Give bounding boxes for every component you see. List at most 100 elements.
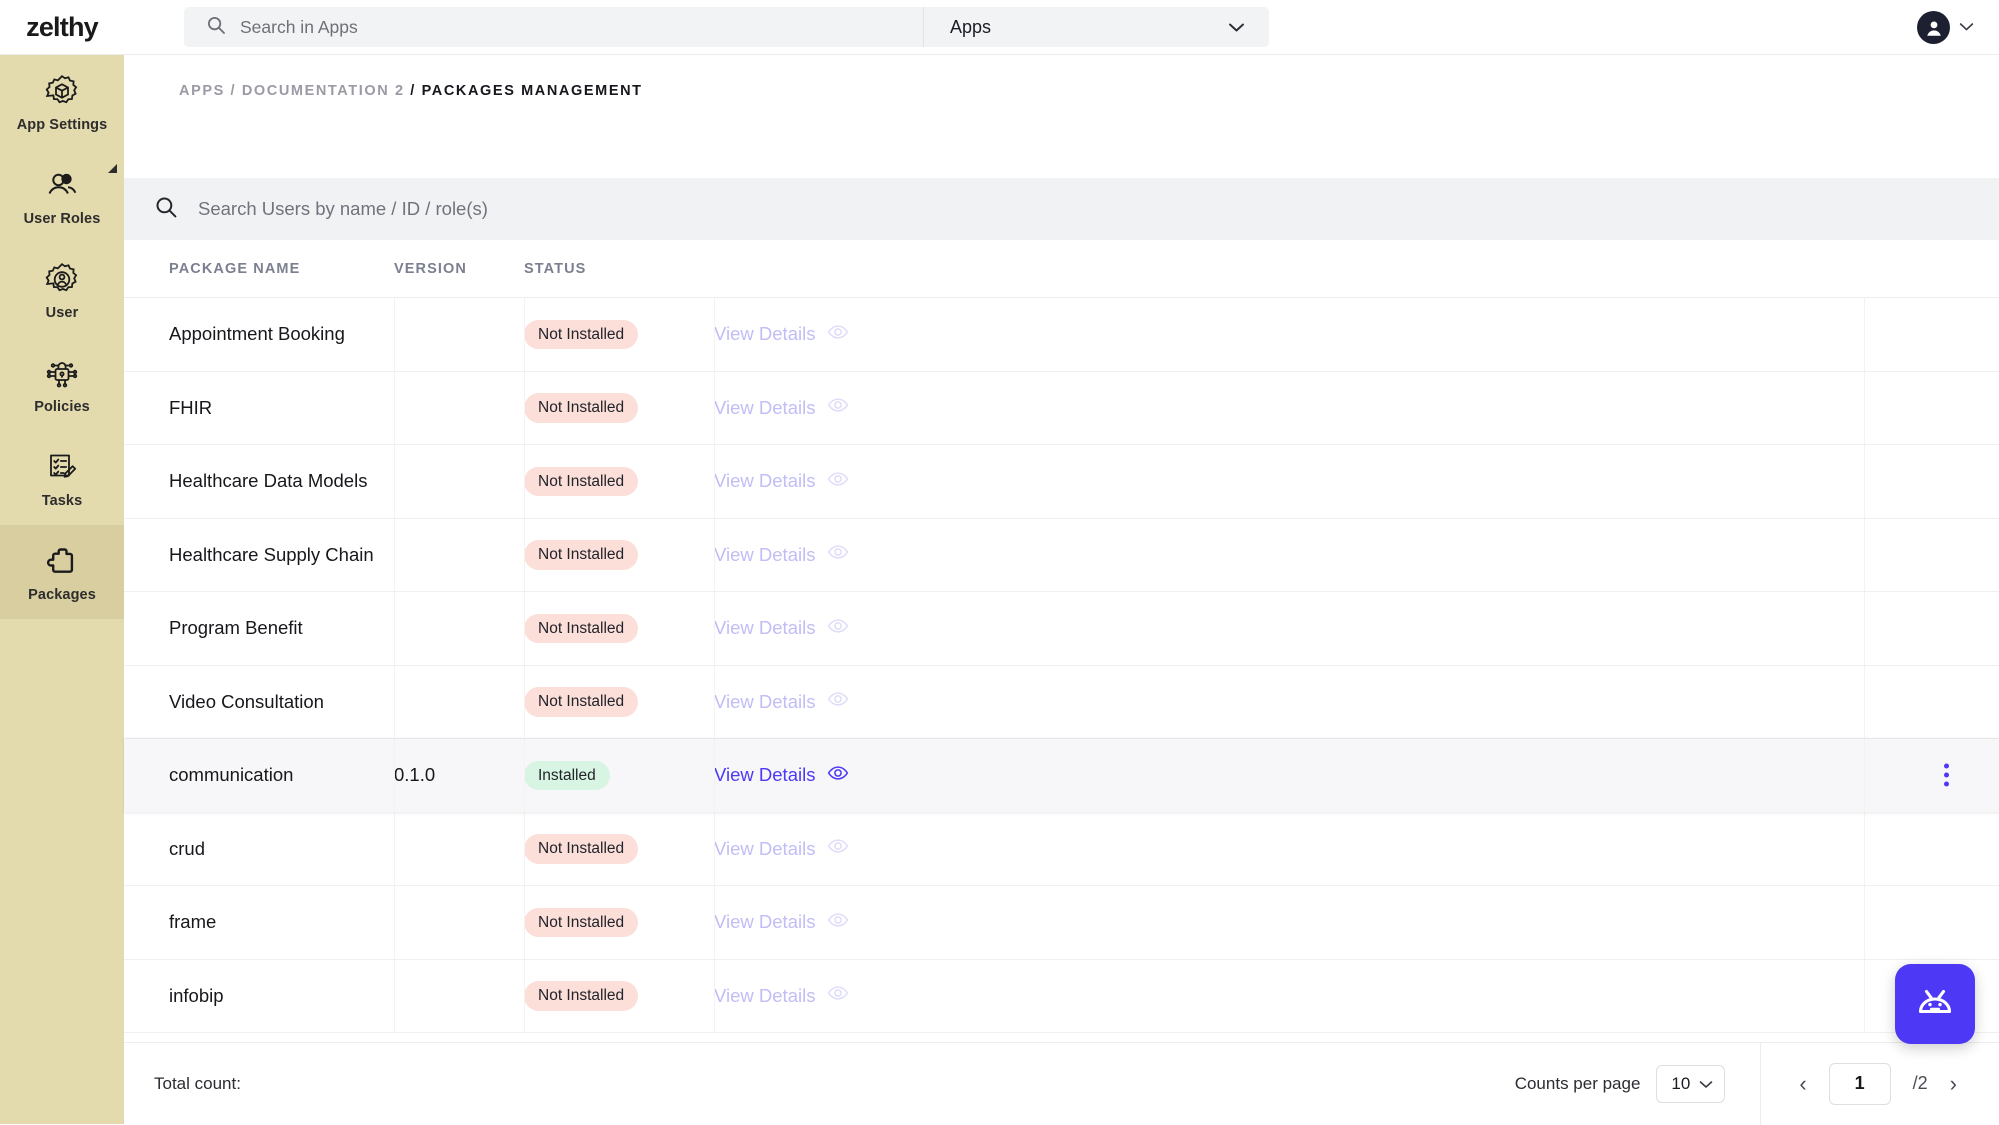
brand-logo[interactable]: zelthy [0, 12, 124, 43]
search-icon [154, 195, 178, 224]
sidebar-item-app-settings[interactable]: App Settings [0, 55, 124, 149]
chevron-down-icon [1959, 19, 1974, 37]
view-details-link[interactable]: View Details [714, 764, 815, 786]
eye-icon[interactable] [827, 615, 849, 642]
eye-icon[interactable] [827, 394, 849, 421]
eye-icon[interactable] [827, 835, 849, 862]
table-row[interactable]: frame Not Installed View Details [124, 886, 1999, 960]
account-circle-icon [1917, 11, 1950, 44]
gear-cube-icon [42, 72, 82, 112]
sidebar-item-policies[interactable]: Policies [0, 337, 124, 431]
table-row[interactable]: Program Benefit Not Installed View Detai… [124, 592, 1999, 666]
chevron-down-icon [1699, 1074, 1713, 1094]
cell-package-name: crud [169, 837, 205, 859]
eye-icon[interactable] [827, 982, 849, 1009]
sidebar-item-label: User Roles [23, 210, 101, 227]
chevron-right-icon[interactable]: › [1950, 1072, 1957, 1095]
cell-actions[interactable]: View Details [714, 982, 944, 1009]
view-details-link[interactable]: View Details [714, 617, 815, 639]
table-row[interactable]: crud Not Installed View Details [124, 812, 1999, 886]
view-details-link[interactable]: View Details [714, 397, 815, 419]
table-row[interactable]: Appointment Booking Not Installed View D… [124, 298, 1999, 372]
table-header-row: PACKAGE NAME VERSION STATUS [124, 240, 1999, 298]
top-bar: zelthy Apps [0, 0, 1999, 55]
view-details-link[interactable]: View Details [714, 470, 815, 492]
cell-actions[interactable]: View Details [714, 909, 944, 936]
search-scope-select[interactable]: Apps [924, 7, 1269, 47]
cell-package-name: frame [169, 911, 217, 933]
cell-actions[interactable]: View Details [714, 321, 944, 348]
cell-package-name: Appointment Booking [169, 323, 345, 345]
status-badge: Not Installed [524, 613, 639, 643]
cell-actions[interactable]: View Details [714, 688, 944, 715]
search-scope-value: Apps [950, 16, 992, 37]
eye-icon[interactable] [827, 762, 849, 789]
view-details-link[interactable]: View Details [714, 323, 815, 345]
cell-actions[interactable]: View Details [714, 762, 944, 789]
total-count: Total count: [154, 1074, 241, 1094]
view-details-link[interactable]: View Details [714, 544, 815, 566]
status-badge: Installed [524, 760, 610, 790]
view-details-link[interactable]: View Details [714, 691, 815, 713]
chat-bot-button[interactable] [1895, 964, 1975, 1044]
counts-per-page-select[interactable]: 10 [1656, 1064, 1726, 1103]
cell-actions[interactable]: View Details [714, 615, 944, 642]
counts-per-page-label: Counts per page [1514, 1073, 1641, 1093]
search-input[interactable] [240, 16, 840, 38]
table-row[interactable]: Healthcare Data Models Not Installed Vie… [124, 445, 1999, 519]
cell-status: Not Installed [524, 981, 714, 1011]
cell-status: Not Installed [524, 466, 714, 496]
counts-per-page-value: 10 [1671, 1073, 1691, 1093]
sidebar-item-user[interactable]: User [0, 243, 124, 337]
table-row[interactable]: Healthcare Supply Chain Not Installed Vi… [124, 518, 1999, 592]
sidebar-item-label: Policies [34, 398, 90, 415]
page-number-input[interactable]: 1 [1828, 1062, 1891, 1105]
status-badge: Not Installed [524, 540, 639, 570]
cell-actions[interactable]: View Details [714, 394, 944, 421]
table-row[interactable]: infobip Not Installed View Details [124, 959, 1999, 1033]
sidebar-item-user-roles[interactable]: User Roles [0, 149, 124, 243]
breadcrumb-item-apps[interactable]: APPS [179, 83, 225, 99]
cell-actions[interactable]: View Details [714, 541, 944, 568]
cell-status: Not Installed [524, 319, 714, 349]
more-vertical-icon[interactable] [1944, 763, 1949, 787]
eye-icon[interactable] [827, 468, 849, 495]
status-badge: Not Installed [524, 981, 639, 1011]
eye-icon[interactable] [827, 909, 849, 936]
sidebar-item-tasks[interactable]: Tasks [0, 431, 124, 525]
table-row[interactable]: FHIR Not Installed View Details [124, 371, 1999, 445]
sidebar-item-packages[interactable]: Packages [0, 525, 124, 619]
cell-package-name: Program Benefit [169, 617, 303, 639]
cell-package-name: Healthcare Supply Chain [169, 543, 374, 565]
view-details-link[interactable]: View Details [714, 911, 815, 933]
search-icon [206, 15, 226, 40]
breadcrumb-separator: / [230, 83, 237, 99]
checklist-pencil-icon [42, 448, 82, 488]
breadcrumb-item-documentation[interactable]: DOCUMENTATION 2 [242, 83, 405, 99]
chevron-left-icon[interactable]: ‹ [1799, 1072, 1806, 1095]
view-details-link[interactable]: View Details [714, 985, 815, 1007]
account-menu[interactable] [1917, 11, 1974, 44]
cell-status: Not Installed [524, 907, 714, 937]
page-total: /2 [1912, 1073, 1928, 1093]
table-row[interactable]: communication 0.1.0 Installed View Detai… [124, 739, 1999, 813]
eye-icon[interactable] [827, 541, 849, 568]
table-footer: Total count: Counts per page 10 ‹ 1 /2 › [124, 1042, 1999, 1125]
gear-user-icon [42, 260, 82, 300]
total-count-label: Total count: [154, 1073, 241, 1093]
table-search-input[interactable] [198, 198, 898, 220]
table-row[interactable]: Video Consultation Not Installed View De… [124, 665, 1999, 739]
view-details-link[interactable]: View Details [714, 838, 815, 860]
table-search-bar[interactable] [124, 178, 1999, 240]
policy-lock-icon [42, 354, 82, 394]
page-number-value: 1 [1854, 1073, 1865, 1093]
breadcrumb-current: PACKAGES MANAGEMENT [421, 83, 643, 99]
cell-actions[interactable]: View Details [714, 468, 944, 495]
eye-icon[interactable] [827, 688, 849, 715]
puzzle-piece-icon [42, 542, 82, 582]
cell-actions[interactable]: View Details [714, 835, 944, 862]
global-search-box[interactable] [184, 7, 924, 47]
cell-package-name: Healthcare Data Models [169, 470, 368, 492]
eye-icon[interactable] [827, 321, 849, 348]
packages-table-card: PACKAGE NAME VERSION STATUS Appointment … [124, 178, 1999, 1124]
